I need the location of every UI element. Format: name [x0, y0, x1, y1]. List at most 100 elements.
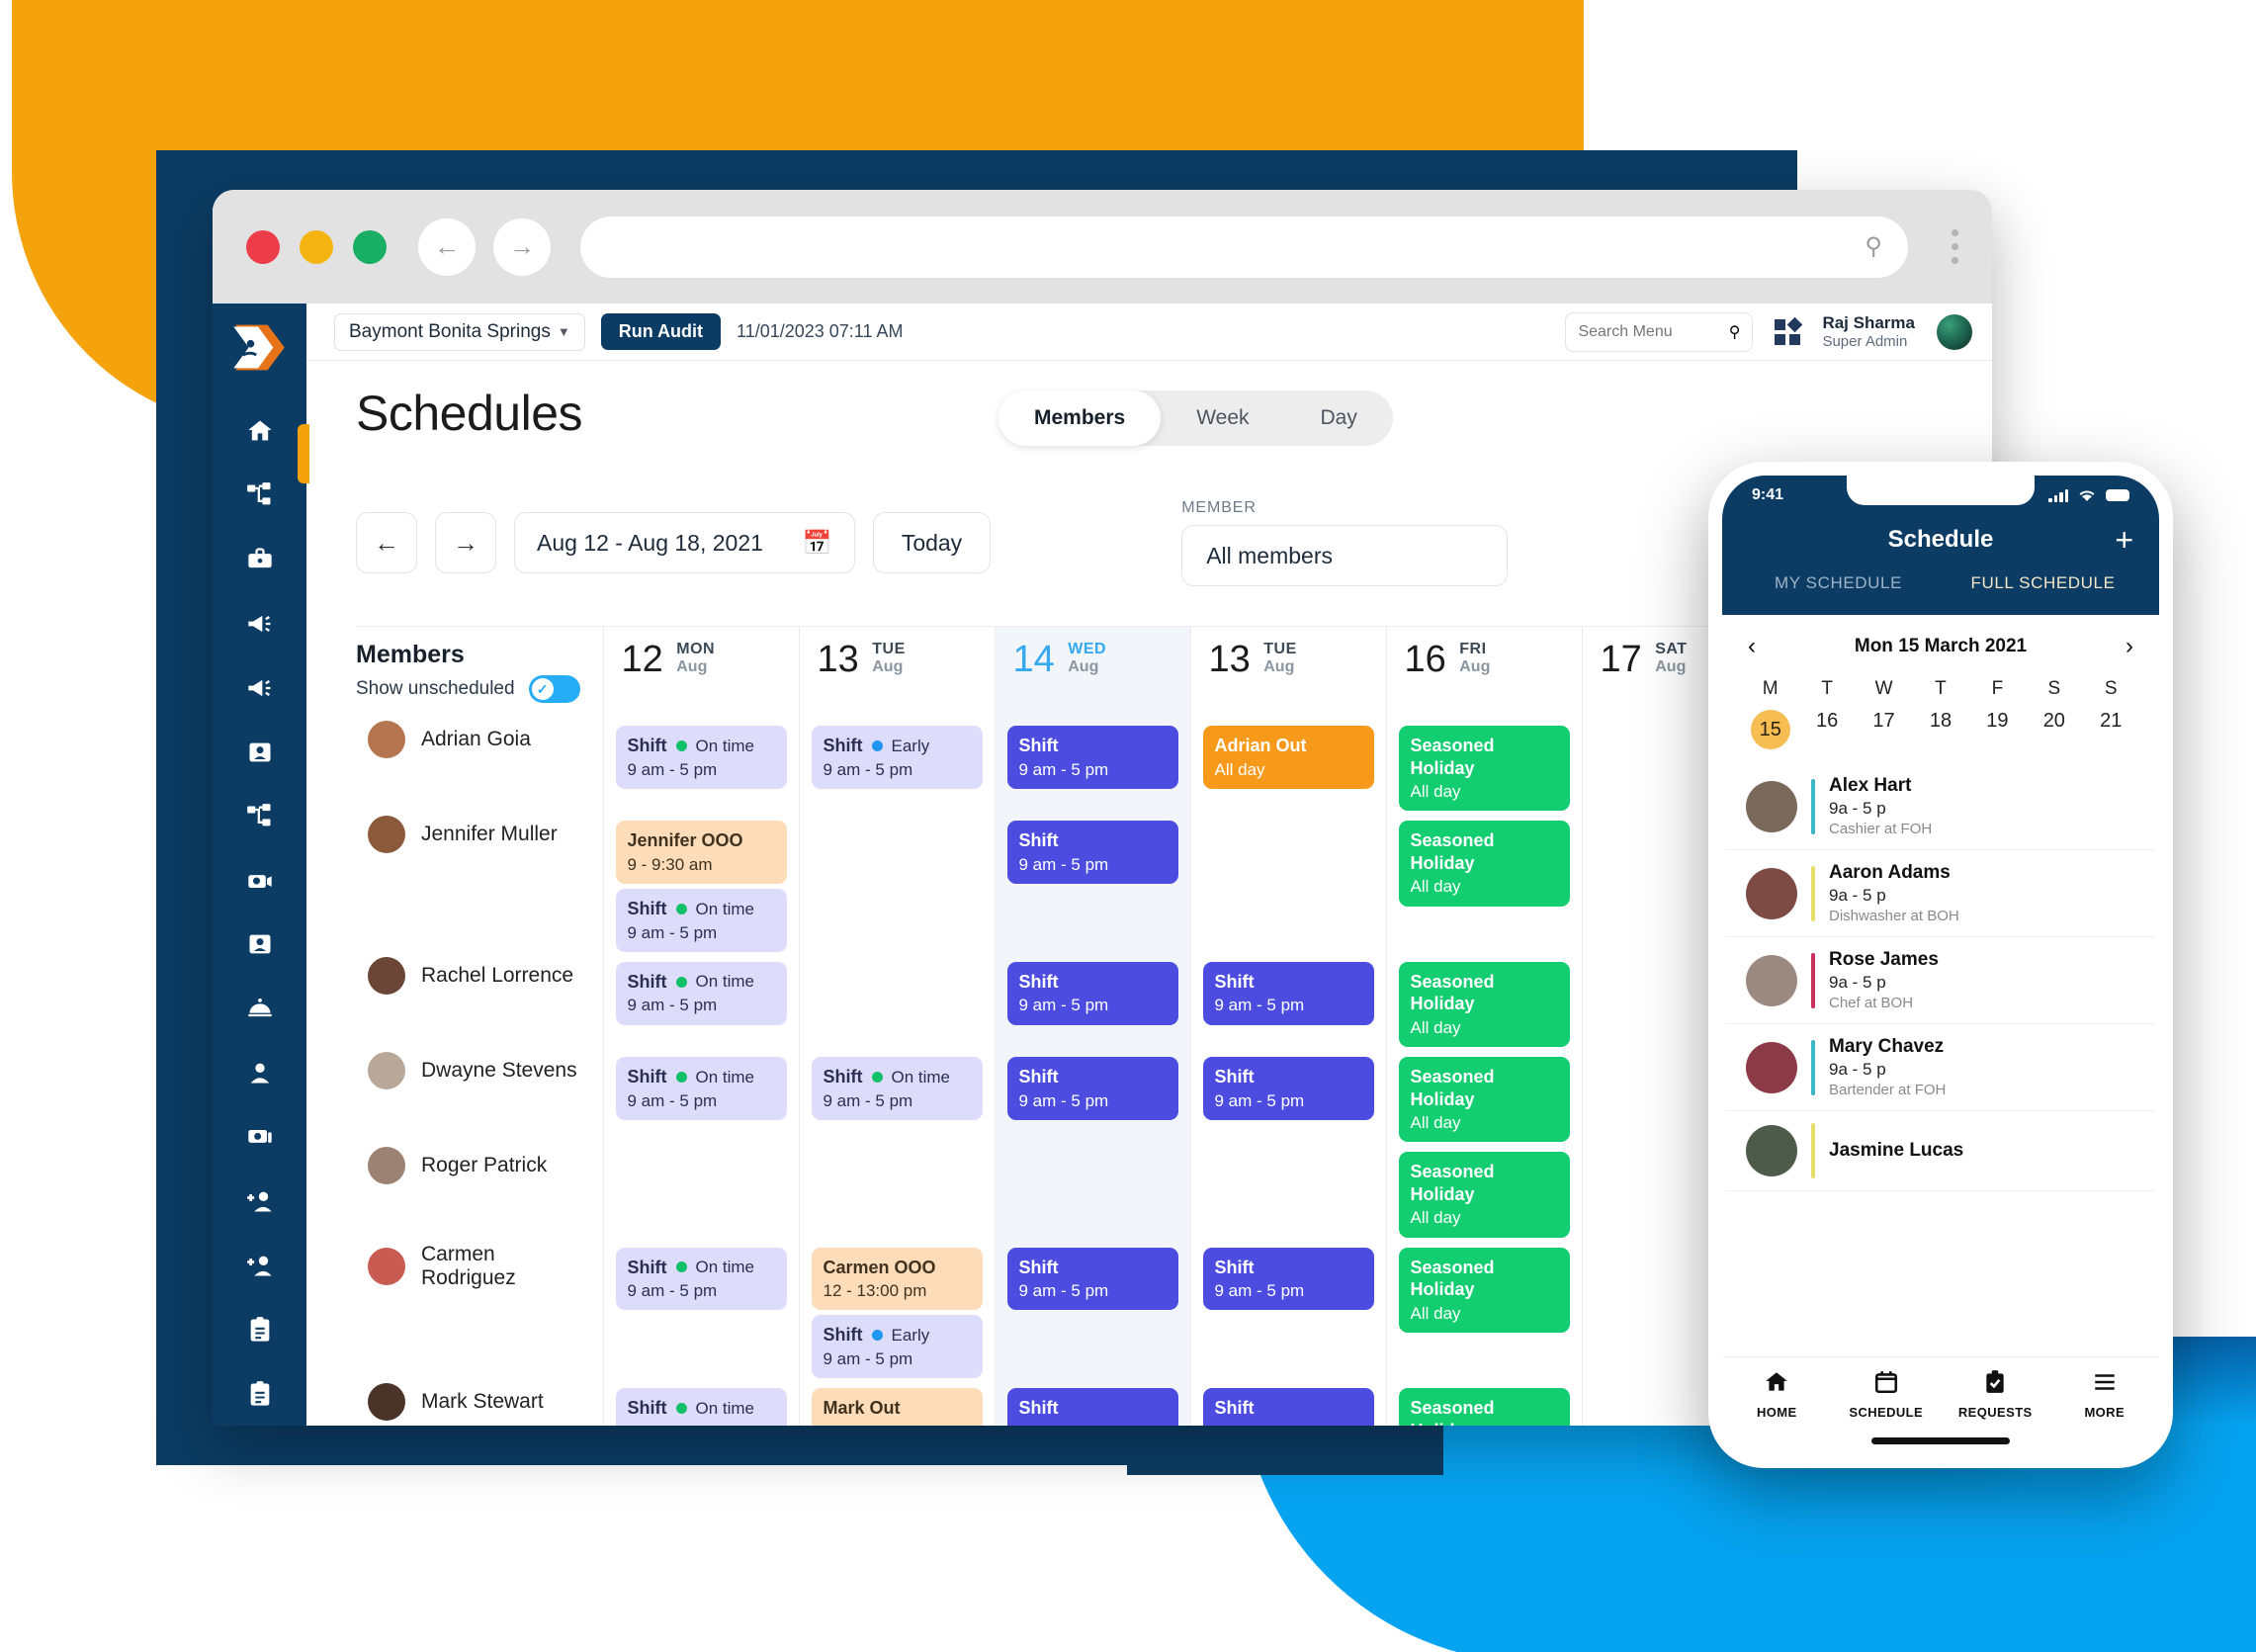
shift-card[interactable]: Shift Early 9 am - 5 pm [811, 1315, 983, 1378]
avatar[interactable] [1937, 313, 1972, 350]
search-icon[interactable]: ⚲ [1865, 232, 1882, 261]
list-item[interactable]: Aaron Adams 9a - 5 p Dishwasher at BOH [1726, 850, 2155, 937]
schedule-cell[interactable]: Shift 9 am - 5 pm [1190, 1052, 1387, 1148]
shift-card[interactable]: Shift 9 am - 5 pm [1202, 1388, 1374, 1426]
sidebar-item-org-chart[interactable] [213, 464, 306, 528]
apps-grid-icon[interactable] [1775, 316, 1803, 345]
calendar-date[interactable]: 20 [2026, 710, 2082, 749]
sidebar-item-megaphone-2[interactable] [213, 655, 306, 720]
schedule-cell[interactable]: Shift 9 am - 5 pm [1190, 1242, 1387, 1383]
schedule-cell[interactable]: Seasoned HolidayAll day [1386, 956, 1583, 1052]
schedule-cell[interactable]: Shift On time 9 am - 5 pm [799, 1052, 996, 1148]
schedule-cell[interactable]: Shift On time 9 am - 5 pm [603, 1383, 800, 1426]
sidebar-item-id-card-2[interactable] [213, 913, 306, 977]
member-cell[interactable]: Jennifer Muller [356, 816, 604, 957]
sidebar-item-org-chart-2[interactable] [213, 784, 306, 848]
day-header-2[interactable]: 14 WED Aug [995, 627, 1191, 721]
shift-card[interactable]: Adrian Out All day [1202, 726, 1374, 789]
tab-day[interactable]: Day [1285, 391, 1393, 446]
shift-card[interactable]: Shift On time 9 am - 5 pm [615, 961, 787, 1025]
schedule-cell[interactable]: Adrian Out All day [1190, 721, 1387, 817]
shift-card[interactable]: Seasoned HolidayAll day [1398, 1057, 1570, 1143]
shift-card[interactable]: Shift 9 am - 5 pm [1202, 1057, 1374, 1120]
search-menu-field[interactable] [1578, 322, 1721, 341]
tab-members[interactable]: Members [998, 391, 1162, 446]
shift-card[interactable]: Shift On time 9 am - 5 pm [811, 1057, 983, 1120]
schedule-cell[interactable]: Shift On time 9 am - 5 pm [603, 956, 800, 1052]
schedule-cell[interactable] [799, 816, 996, 957]
calendar-date[interactable]: 19 [1969, 710, 2026, 749]
shift-card[interactable]: Seasoned HolidayAll day [1398, 726, 1570, 812]
tab-full-schedule[interactable]: FULL SCHEDULE [1941, 573, 2145, 593]
schedule-cell[interactable]: Shift 9 am - 5 pm [995, 1052, 1191, 1148]
sidebar-item-home[interactable] [213, 399, 306, 464]
search-menu-input[interactable]: ⚲ [1565, 311, 1754, 352]
show-unscheduled-toggle[interactable]: ✓ [528, 675, 580, 703]
shift-card[interactable]: Shift 9 am - 5 pm [1006, 1057, 1178, 1120]
chevron-left-icon[interactable]: ‹ [1748, 633, 1756, 660]
shift-card[interactable]: Shift 9 am - 5 pm [1202, 1247, 1374, 1311]
member-cell[interactable]: Mark Stewart [356, 1383, 604, 1426]
schedule-cell[interactable]: Shift 9 am - 5 pm [995, 1242, 1191, 1383]
schedule-cell[interactable]: Shift Early 9 am - 5 pm [799, 721, 996, 817]
list-item[interactable]: Alex Hart 9a - 5 p Cashier at FOH [1726, 763, 2155, 850]
phone-nav-home[interactable]: HOME [1722, 1369, 1832, 1420]
schedule-cell[interactable] [1190, 1147, 1387, 1243]
shift-card[interactable]: Shift 9 am - 5 pm [1006, 961, 1178, 1025]
sidebar-item-camera[interactable] [213, 848, 306, 913]
schedule-cell[interactable]: Shift 9 am - 5 pm [1190, 1383, 1387, 1426]
date-range-picker[interactable]: Aug 12 - Aug 18, 2021 📅 [514, 512, 855, 573]
calendar-date[interactable]: 15 [1742, 710, 1798, 749]
shift-card[interactable]: Shift 9 am - 5 pm [1006, 821, 1178, 884]
calendar-date[interactable]: 18 [1912, 710, 1968, 749]
sidebar-item-user-plus-2[interactable] [213, 1233, 306, 1297]
member-cell[interactable]: Adrian Goia [356, 721, 604, 817]
plus-icon[interactable]: + [2115, 524, 2133, 556]
shift-card[interactable]: Shift 9 am - 5 pm [1006, 726, 1178, 789]
user-info[interactable]: Raj Sharma Super Admin [1822, 313, 1915, 350]
shift-card[interactable]: Shift Early 9 am - 5 pm [811, 726, 983, 789]
sidebar-item-money[interactable] [213, 1105, 306, 1170]
shift-card[interactable]: Shift On time 9 am - 5 pm [615, 1247, 787, 1311]
tab-week[interactable]: Week [1161, 391, 1284, 446]
schedule-cell[interactable]: Carmen OOO 12 - 13:00 pm Shift Early 9 am - … [799, 1242, 996, 1383]
sidebar-item-id-card[interactable] [213, 720, 306, 784]
chevron-right-icon[interactable]: › [2126, 633, 2133, 660]
shift-card[interactable]: Shift 9 am - 5 pm [1006, 1247, 1178, 1311]
sidebar-item-user[interactable] [213, 1041, 306, 1105]
sidebar-item-briefcase[interactable] [213, 528, 306, 592]
schedule-cell[interactable]: Shift 9 am - 5 pm [995, 816, 1191, 957]
today-button[interactable]: Today [872, 512, 992, 573]
list-item[interactable]: Jasmine Lucas [1726, 1111, 2155, 1191]
schedule-cell[interactable]: Seasoned HolidayAll day [1386, 721, 1583, 817]
shift-card[interactable]: Seasoned HolidayAll day [1398, 1388, 1570, 1426]
list-item[interactable]: Mary Chavez 9a - 5 p Bartender at FOH [1726, 1024, 2155, 1111]
minimize-window-button[interactable] [300, 229, 333, 264]
sidebar-item-user-plus[interactable] [213, 1169, 306, 1233]
member-cell[interactable]: Roger Patrick [356, 1147, 604, 1243]
sidebar-item-food-dome[interactable] [213, 977, 306, 1041]
tab-my-schedule[interactable]: MY SCHEDULE [1736, 573, 1941, 593]
schedule-cell[interactable] [603, 1147, 800, 1243]
schedule-cell[interactable] [799, 1147, 996, 1243]
schedule-cell[interactable]: Shift On time 9 am - 5 pm [603, 1242, 800, 1383]
schedule-cell[interactable]: Shift On time 9 am - 5 pm [603, 721, 800, 817]
back-icon[interactable]: ← [418, 217, 476, 276]
sidebar-item-megaphone[interactable] [213, 592, 306, 656]
day-header-3[interactable]: 13 TUE Aug [1190, 627, 1387, 721]
schedule-cell[interactable]: Mark Out All day [799, 1383, 996, 1426]
calendar-date[interactable]: 17 [1856, 710, 1912, 749]
schedule-cell[interactable]: Seasoned HolidayAll day [1386, 1242, 1583, 1383]
shift-card[interactable]: Seasoned HolidayAll day [1398, 1152, 1570, 1238]
schedule-cell[interactable] [1190, 816, 1387, 957]
shift-card[interactable]: Shift On time 9 am - 5 pm [615, 1057, 787, 1120]
url-bar[interactable]: ⚲ [580, 216, 1908, 278]
member-cell[interactable]: Dwayne Stevens [356, 1052, 604, 1148]
phone-nav-schedule[interactable]: SCHEDULE [1832, 1369, 1942, 1420]
shift-card[interactable]: Mark Out All day [811, 1388, 983, 1426]
member-cell[interactable]: Carmen Rodriguez [356, 1242, 604, 1383]
member-filter-select[interactable]: All members [1181, 525, 1509, 586]
schedule-cell[interactable]: Seasoned HolidayAll day [1386, 1383, 1583, 1426]
schedule-cell[interactable]: Shift 9 am - 5 pm [1190, 956, 1387, 1052]
shift-card[interactable]: Seasoned HolidayAll day [1398, 961, 1570, 1047]
